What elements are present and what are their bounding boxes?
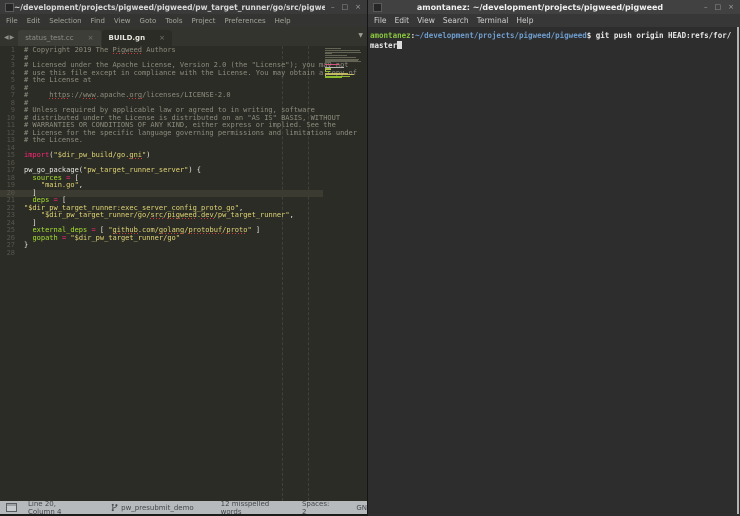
terminal-line: amontanez:~/development/projects/pigweed… [370,31,740,41]
code-line[interactable]: 13# the License. [0,137,323,145]
code-text: # the License at [24,77,91,85]
menu-item-file[interactable]: File [6,17,18,25]
git-branch-label: pw_presubmit_demo [121,504,194,512]
minimize-button[interactable]: – [704,0,708,14]
terminal-cursor [397,41,402,49]
terminal-menubar: File Edit View Search Terminal Help [368,14,740,27]
editor-tabbar: ◀▶ status_test.cc × BUILD.gn × ▼ [0,27,367,46]
tab-label: BUILD.gn [109,34,146,42]
menu-item-view[interactable]: View [114,17,131,25]
branch-icon [111,503,118,512]
syntax-label[interactable]: GN [356,504,367,512]
menu-item-edit[interactable]: Edit [27,17,41,25]
terminal-window-title: amontanez: ~/development/projects/pigwee… [382,3,698,12]
minimap-line [325,53,332,54]
code-text: import("$dir_pw_build/go.gni") [24,152,150,160]
maximize-button[interactable]: □ [342,0,349,14]
app-icon [5,3,14,12]
tab-build-gn[interactable]: BUILD.gn × [102,30,172,46]
code-text: # https://www.apache.org/licenses/LICENS… [24,92,231,100]
code-text: "$dir_pw_target_runner/go/src/pigweed.de… [24,212,294,220]
terminal-titlebar: amontanez: ~/development/projects/pigwee… [368,0,740,14]
code-line[interactable]: 28 [0,250,323,258]
editor-titlebar: ~/development/projects/pigweed/pigweed/p… [0,0,367,14]
tab-scroll-icons[interactable]: ◀▶ [0,34,18,46]
line-number: 28 [0,250,24,258]
tab-status-test-cc[interactable]: status_test.cc × [18,30,100,46]
menu-item-edit[interactable]: Edit [395,16,410,25]
terminal-output[interactable]: amontanez:~/development/projects/pigweed… [368,27,740,516]
menu-item-find[interactable]: Find [91,17,105,25]
code-text: # Copyright 2019 The Pigweed Authors [24,47,176,55]
code-text: # the License. [24,137,83,145]
prompt-path: ~/development/projects/pigweed/pigweed [415,31,587,40]
menu-item-file[interactable]: File [374,16,387,25]
terminal-line: master [370,41,740,51]
close-tab-icon[interactable]: × [88,34,94,42]
code-line[interactable]: 19 "main.go", [0,182,323,190]
minimap-line [325,48,341,49]
menu-item-project[interactable]: Project [192,17,216,25]
code-line[interactable]: 5# the License at [0,77,323,85]
code-line[interactable]: 23 "$dir_pw_target_runner/go/src/pigweed… [0,212,323,220]
close-tab-icon[interactable]: × [159,34,165,42]
code-line[interactable]: 15import("$dir_pw_build/go.gni") [0,152,323,160]
minimap-line [325,77,342,78]
menu-item-help[interactable]: Help [275,17,291,25]
maximize-button[interactable]: □ [715,0,722,14]
menu-item-terminal[interactable]: Terminal [477,16,509,25]
close-button[interactable]: × [728,0,734,14]
editor-code-area[interactable]: 1# Copyright 2019 The Pigweed Authors2#3… [0,46,367,501]
minimap[interactable] [325,48,362,81]
panel-toggle-icon[interactable] [6,503,17,512]
editor-window-title: ~/development/projects/pigweed/pigweed/p… [14,3,325,12]
cursor-position-label: Line 20, Column 4 [28,500,77,516]
editor-statusbar: Line 20, Column 4 pw_presubmit_demo 12 m… [0,501,367,514]
code-line[interactable]: 7# https://www.apache.org/licenses/LICEN… [0,92,323,100]
menu-item-view[interactable]: View [417,16,435,25]
editor-menubar: File Edit Selection Find View Goto Tools Projec… [0,14,367,27]
tab-label: status_test.cc [25,34,73,42]
misspelled-words-label: 12 misspelled words [221,500,276,516]
indentation-label[interactable]: Spaces: 2 [302,500,329,516]
editor-window: ~/development/projects/pigweed/pigweed/p… [0,0,368,514]
code-line[interactable]: 26 gopath = "$dir_pw_target_runner/go" [0,235,323,243]
menu-item-search[interactable]: Search [443,16,469,25]
code-line[interactable]: 27} [0,242,323,250]
git-branch-indicator: pw_presubmit_demo [111,503,194,512]
menu-item-selection[interactable]: Selection [49,17,81,25]
code-text: gopath = "$dir_pw_target_runner/go" [24,235,180,243]
terminal-window: amontanez: ~/development/projects/pigwee… [368,0,740,516]
minimap-line [325,62,331,63]
minimap-line [325,55,347,56]
terminal-app-icon [373,3,382,12]
menu-item-help[interactable]: Help [516,16,533,25]
tab-overflow-icon[interactable]: ▼ [358,32,363,39]
menu-item-preferences[interactable]: Preferences [224,17,265,25]
menu-item-goto[interactable]: Goto [140,17,157,25]
minimap-line [325,64,339,65]
minimize-button[interactable]: – [331,0,335,14]
terminal-scrollbar[interactable] [737,27,739,514]
prompt-username: amontanez [370,31,411,40]
menu-item-tools[interactable]: Tools [165,17,182,25]
code-line[interactable]: 1# Copyright 2019 The Pigweed Authors [0,47,323,55]
minimap-line [325,74,354,75]
close-button[interactable]: × [355,0,361,14]
code-text: } [24,242,28,250]
